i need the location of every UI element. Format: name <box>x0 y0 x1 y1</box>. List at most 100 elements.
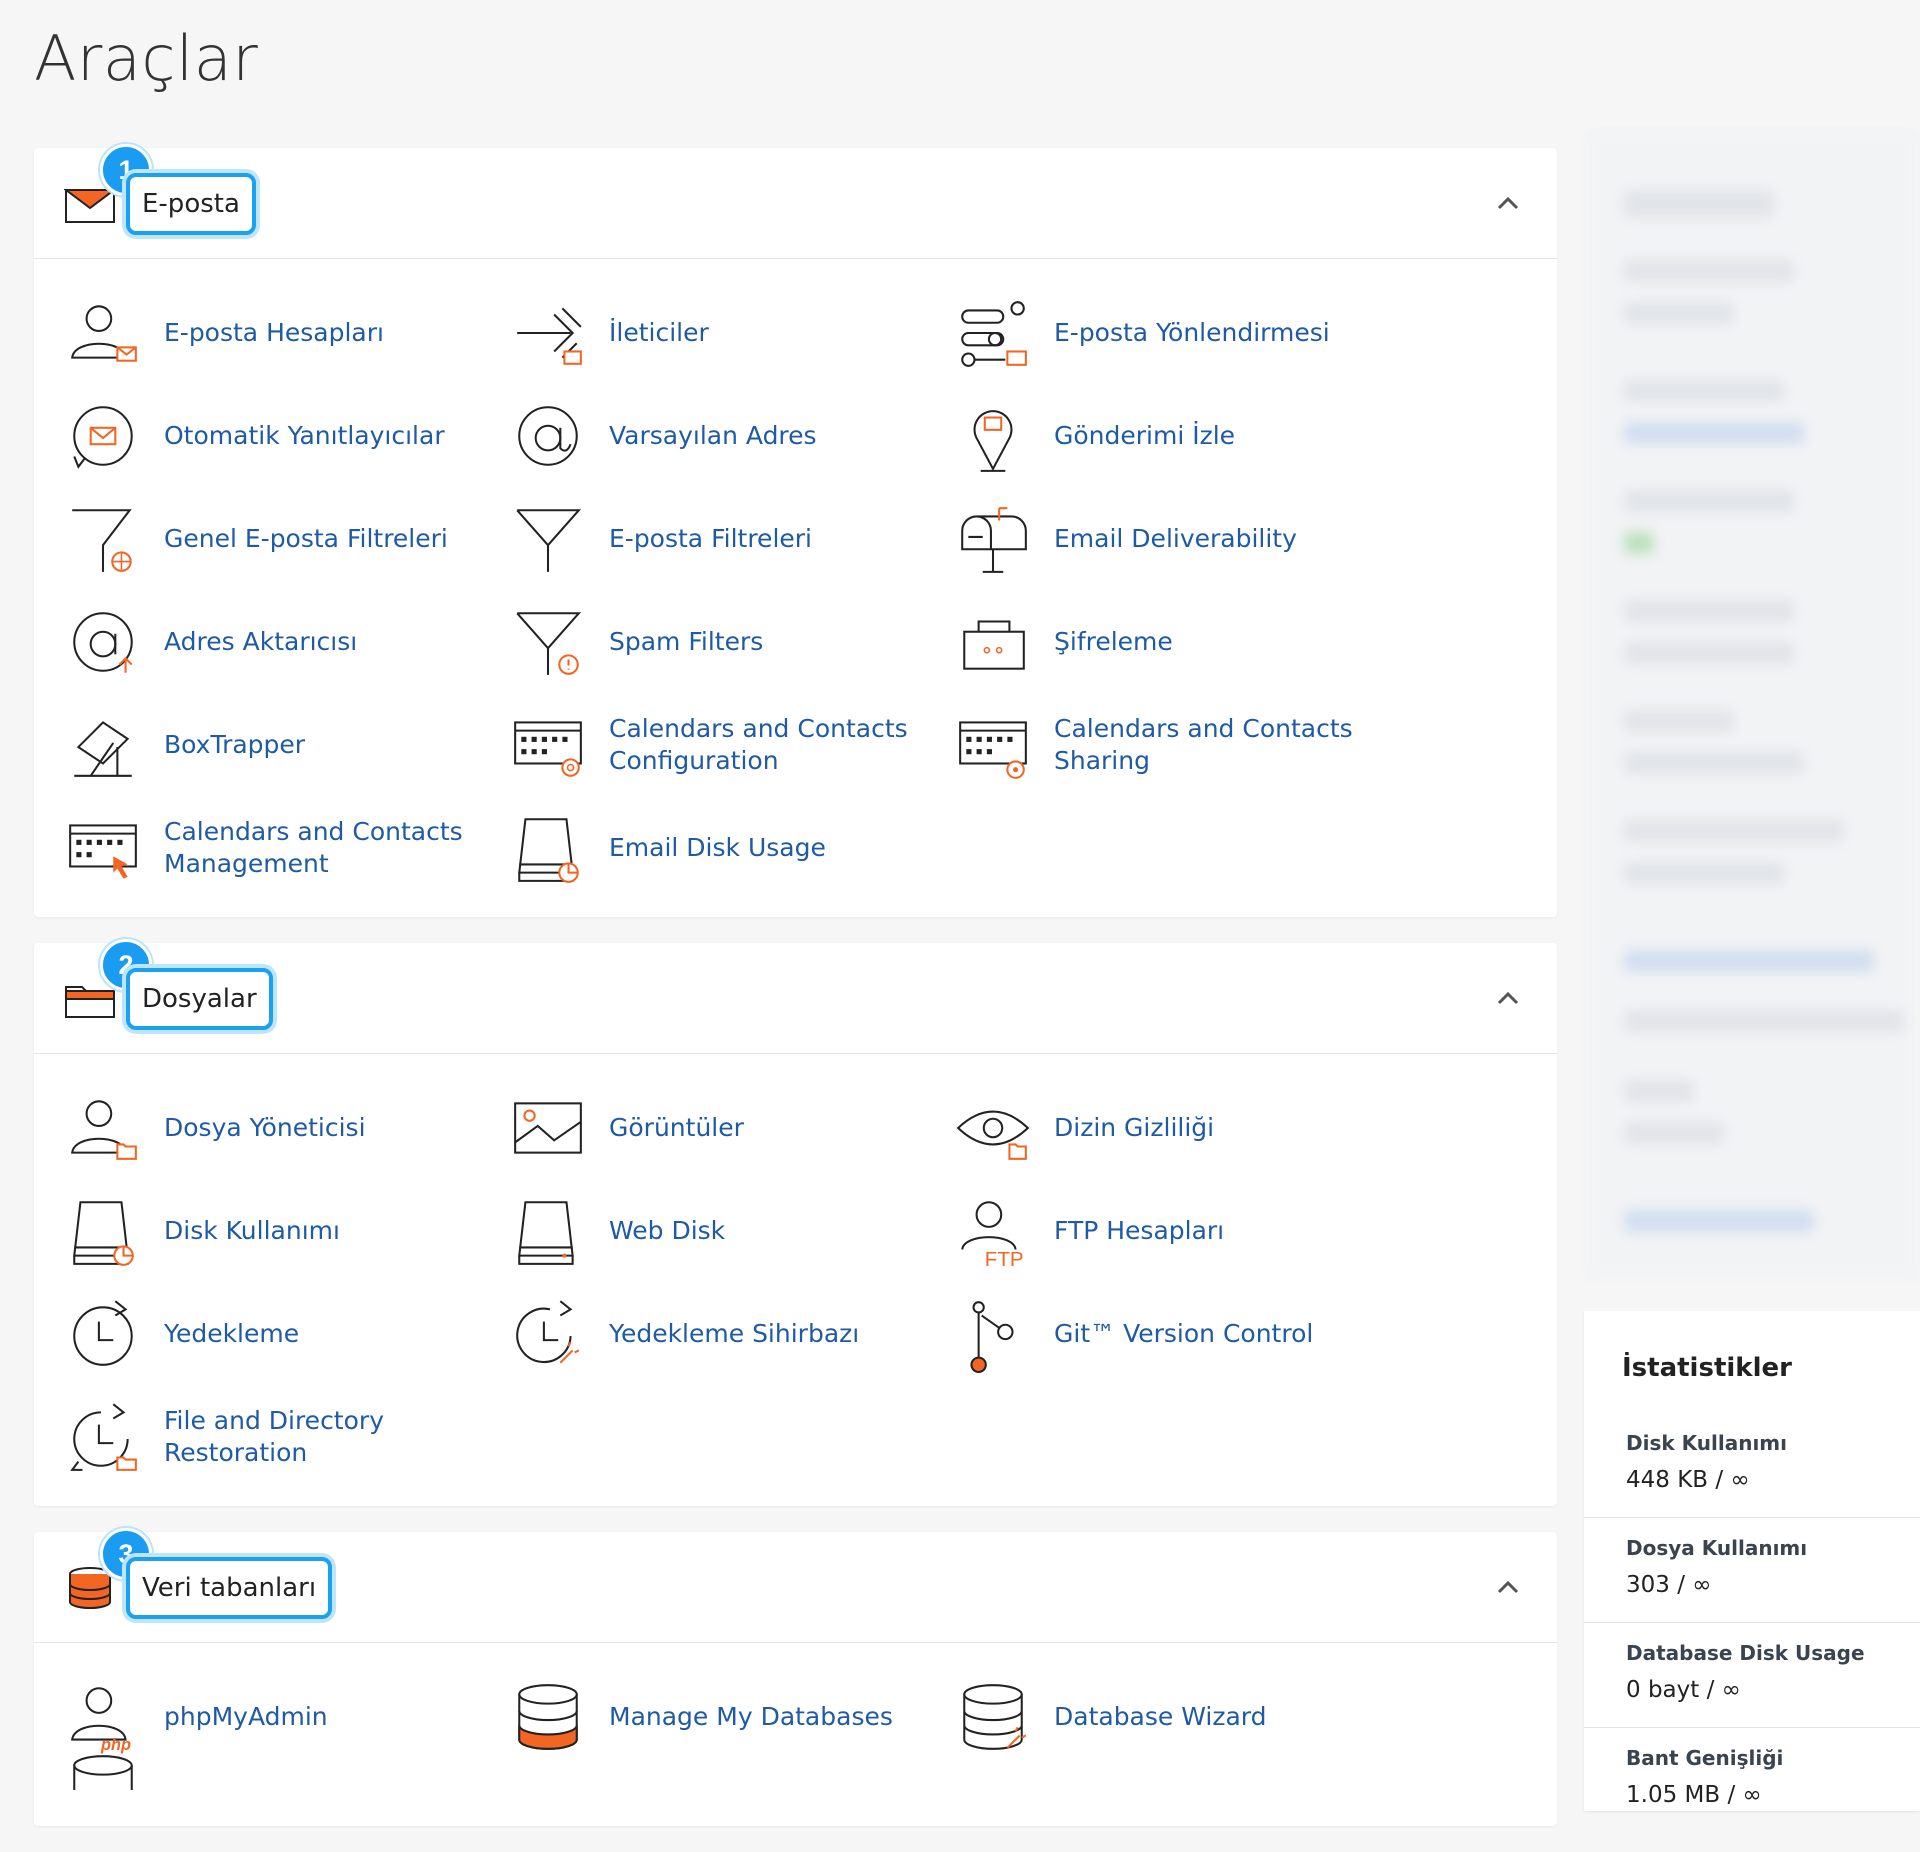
tool-item[interactable]: Otomatik Yanıtlayıcılar <box>64 384 509 487</box>
tool-label[interactable]: Calendars and Contacts Management <box>164 816 474 880</box>
database-icon <box>518 1683 578 1750</box>
tool-item[interactable] <box>64 1755 509 1808</box>
calendar-management-icon <box>69 823 137 879</box>
tool-item[interactable]: Gönderimi İzle <box>954 384 1399 487</box>
page-title: Araçlar <box>34 22 259 95</box>
tool-label[interactable]: Calendars and Contacts Sharing <box>1054 713 1364 777</box>
tool-item[interactable]: Görüntüler <box>509 1076 954 1179</box>
tool-label[interactable]: Adres Aktarıcısı <box>164 626 357 658</box>
tool-label[interactable]: Web Disk <box>609 1215 725 1247</box>
calendar-config-icon <box>514 720 582 777</box>
section-header[interactable]: 2 Dosyalar <box>34 939 1557 1054</box>
tool-item[interactable]: E-posta Yönlendirmesi <box>954 281 1399 384</box>
tool-item[interactable]: Spam Filters <box>509 590 954 693</box>
tool-label[interactable]: Genel E-posta Filtreleri <box>164 523 448 555</box>
tool-item[interactable]: Manage My Databases <box>509 1665 954 1768</box>
chevron-up-icon[interactable] <box>1493 983 1523 1013</box>
stat-label[interactable]: Disk Kullanımı <box>1626 1427 1920 1459</box>
tool-label[interactable]: Şifreleme <box>1054 626 1173 658</box>
global-filter-icon <box>72 508 132 572</box>
tool-label[interactable]: Disk Kullanımı <box>164 1215 340 1247</box>
images-icon <box>514 1101 582 1154</box>
chevron-up-icon[interactable] <box>1493 188 1523 218</box>
tool-item[interactable]: Database Wizard <box>954 1665 1399 1768</box>
stat-label[interactable]: Dosya Kullanımı <box>1626 1532 1920 1564</box>
tool-item[interactable]: Git™ Version Control <box>954 1282 1399 1385</box>
stat-label[interactable]: Database Disk Usage <box>1626 1637 1920 1669</box>
tool-label[interactable]: Yedekleme <box>164 1318 299 1350</box>
file-manager-icon <box>71 1099 137 1160</box>
stat-row: Database Disk Usage 0 bayt / ∞ <box>1584 1623 1920 1728</box>
tool-label[interactable]: Calendars and Contacts Configuration <box>609 713 919 777</box>
tool-label[interactable]: BoxTrapper <box>164 729 305 761</box>
directory-privacy-icon <box>956 1110 1030 1160</box>
tool-item[interactable]: Yedekleme Sihirbazı <box>509 1282 954 1385</box>
section-header[interactable]: 3 Veri tabanları <box>34 1528 1557 1643</box>
tool-item[interactable]: Şifreleme <box>954 590 1399 693</box>
tool-label[interactable]: Email Disk Usage <box>609 832 826 864</box>
backup-icon <box>73 1299 133 1366</box>
tool-label[interactable]: Görüntüler <box>609 1112 744 1144</box>
tool-label[interactable]: Git™ Version Control <box>1054 1318 1313 1350</box>
section-files: 2 Dosyalar Dosya Yöneticisi Görüntüler Diz… <box>34 939 1557 1506</box>
tool-item[interactable]: Varsayılan Adres <box>509 384 954 487</box>
tool-label[interactable]: Manage My Databases <box>609 1701 893 1733</box>
tool-grid: php phpMyAdmin Manage My Databases Database… <box>34 1643 1557 1826</box>
section-title[interactable]: E-posta <box>126 173 256 235</box>
tool-label[interactable]: phpMyAdmin <box>164 1701 328 1733</box>
svg-text:FTP: FTP <box>985 1247 1024 1269</box>
tool-label[interactable]: Database Wizard <box>1054 1701 1267 1733</box>
tool-label[interactable]: File and Directory Restoration <box>164 1405 474 1469</box>
section-title[interactable]: Dosyalar <box>126 968 273 1030</box>
tool-item[interactable]: E-posta Filtreleri <box>509 487 954 590</box>
tool-item[interactable]: FTP FTP Hesapları <box>954 1179 1399 1282</box>
tool-label[interactable]: E-posta Filtreleri <box>609 523 812 555</box>
tool-item[interactable]: Adres Aktarıcısı <box>64 590 509 693</box>
tool-item[interactable]: Dosya Yöneticisi <box>64 1076 509 1179</box>
tool-item[interactable]: Calendars and Contacts Management <box>64 796 509 899</box>
statistics-panel: İstatistikler Disk Kullanımı 448 KB / ∞ … <box>1584 1311 1920 1811</box>
tool-item[interactable]: Web Disk <box>509 1179 954 1282</box>
tool-item[interactable]: Calendars and Contacts Sharing <box>954 693 1399 796</box>
tool-item[interactable]: E-posta Hesapları <box>64 281 509 384</box>
tool-item[interactable]: Calendars and Contacts Configuration <box>509 693 954 796</box>
stat-value: 1.05 MB / ∞ <box>1626 1782 1762 1808</box>
tool-item[interactable]: BoxTrapper <box>64 693 509 796</box>
tool-item[interactable]: Email Disk Usage <box>509 796 954 899</box>
tool-label[interactable]: FTP Hesapları <box>1054 1215 1224 1247</box>
database-wizard-icon <box>963 1683 1027 1750</box>
tool-label[interactable]: E-posta Hesapları <box>164 317 384 349</box>
tool-item[interactable]: Yedekleme <box>64 1282 509 1385</box>
tool-label[interactable]: Dizin Gizliliği <box>1054 1112 1214 1144</box>
tool-item[interactable]: İleticiler <box>509 281 954 384</box>
tool-label[interactable]: İleticiler <box>609 317 709 349</box>
section-databases: 3 Veri tabanları php phpMyAdmin Manage My … <box>34 1528 1557 1826</box>
tool-label[interactable]: E-posta Yönlendirmesi <box>1054 317 1330 349</box>
tool-label[interactable]: Otomatik Yanıtlayıcılar <box>164 420 445 452</box>
tool-label[interactable]: Email Deliverability <box>1054 523 1297 555</box>
section-title[interactable]: Veri tabanları <box>126 1557 333 1619</box>
tool-item[interactable]: Dizin Gizliliği <box>954 1076 1399 1179</box>
filter-icon <box>516 508 582 572</box>
spam-filter-icon <box>516 611 582 675</box>
stat-row: Dosya Kullanımı 303 / ∞ <box>1584 1518 1920 1623</box>
tools-main: 1 E-posta E-posta Hesapları İleticiler E-p… <box>34 144 1557 1852</box>
tool-item[interactable]: Genel E-posta Filtreleri <box>64 487 509 590</box>
phpmyadmin-icon: php <box>71 1686 131 1753</box>
tool-label[interactable]: Spam Filters <box>609 626 763 658</box>
tool-item[interactable]: Email Deliverability <box>954 487 1399 590</box>
track-delivery-icon <box>973 409 1013 472</box>
tool-label[interactable]: Gönderimi İzle <box>1054 420 1235 452</box>
database-partial-icon <box>73 1755 133 1791</box>
tool-label[interactable]: Varsayılan Adres <box>609 420 817 452</box>
autoresponder-icon <box>73 405 133 469</box>
tool-label[interactable]: Dosya Yöneticisi <box>164 1112 366 1144</box>
boxtrapper-icon <box>74 720 132 777</box>
tool-item[interactable]: File and Directory Restoration <box>64 1385 509 1488</box>
tool-item[interactable]: Disk Kullanımı <box>64 1179 509 1282</box>
tool-label[interactable]: Yedekleme Sihirbazı <box>609 1318 859 1350</box>
section-header[interactable]: 1 E-posta <box>34 144 1557 259</box>
chevron-up-icon[interactable] <box>1493 1572 1523 1602</box>
encryption-icon <box>963 619 1025 670</box>
stat-label[interactable]: Bant Genişliği <box>1626 1742 1920 1774</box>
